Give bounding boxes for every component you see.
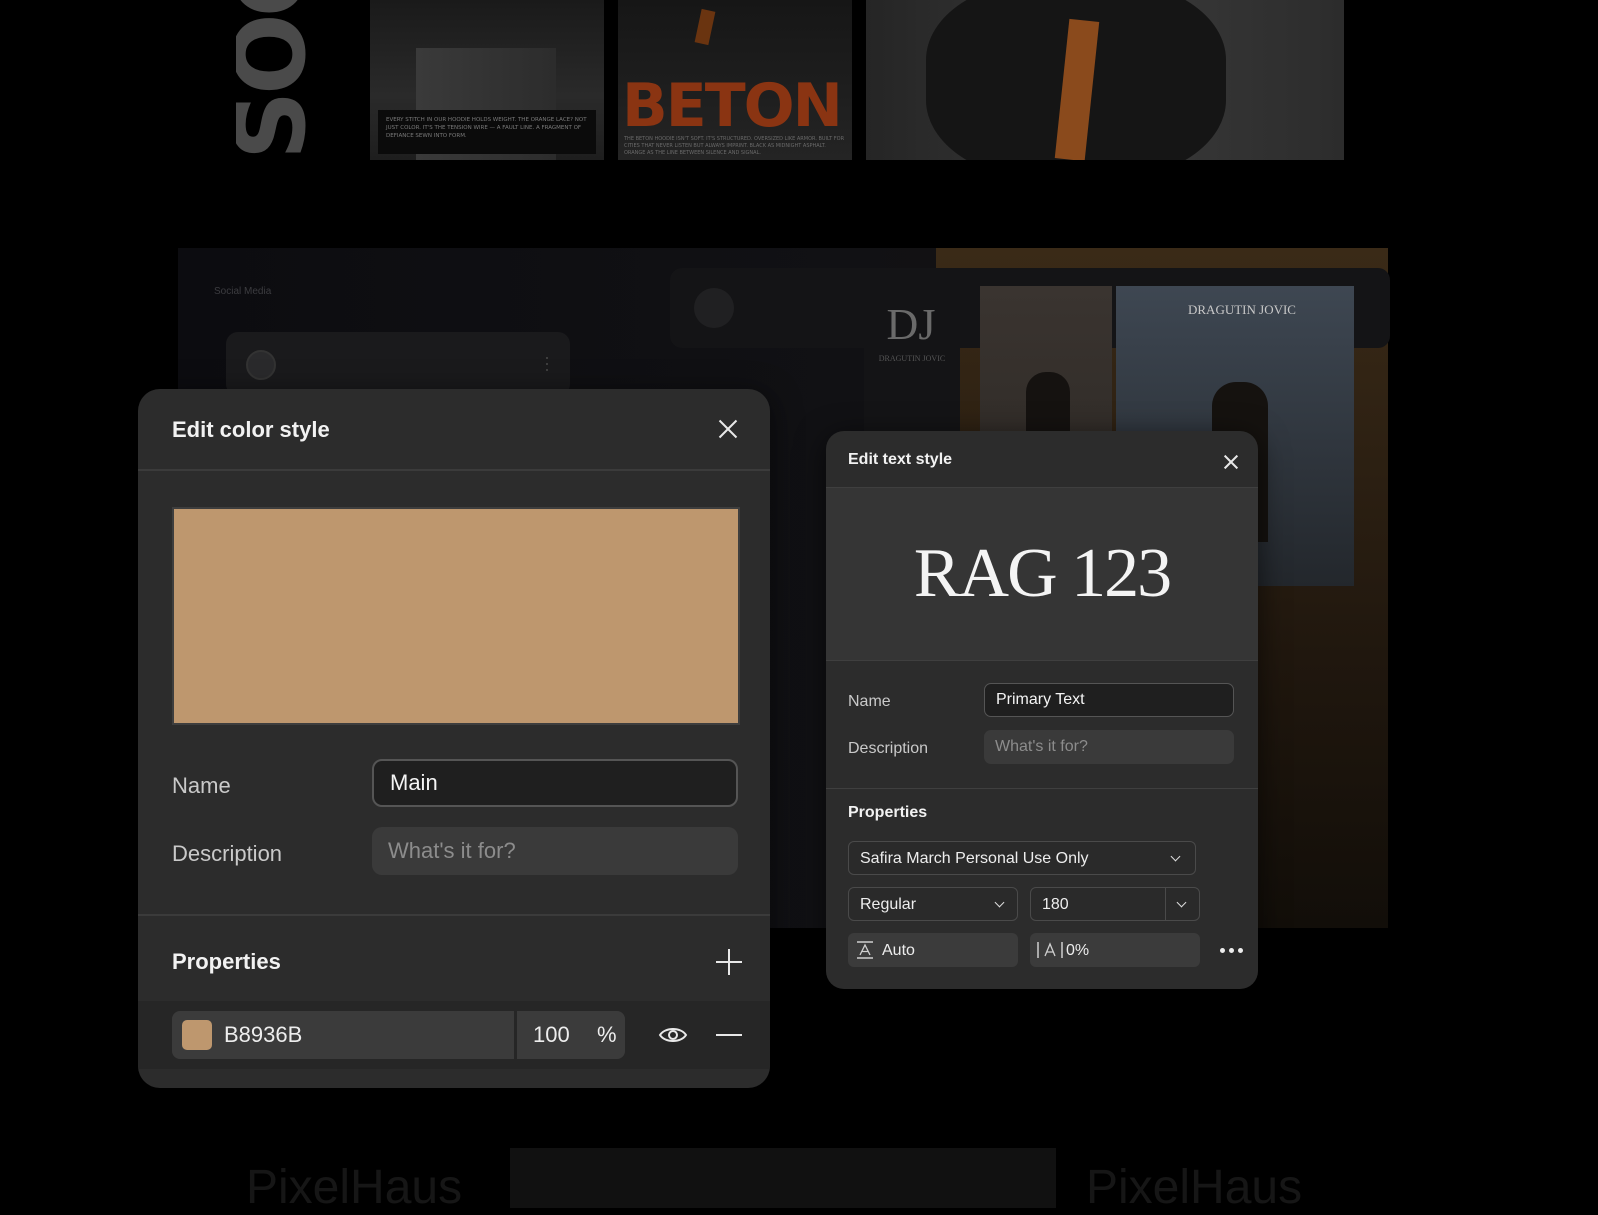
beton-title: BETON xyxy=(622,71,843,141)
description-input[interactable] xyxy=(372,827,738,875)
brand-logo-icon-2 xyxy=(694,288,734,328)
font-size-select[interactable]: 180 xyxy=(1030,887,1200,921)
letter-spacing-icon xyxy=(1037,942,1063,958)
close-icon[interactable] xyxy=(1222,453,1240,471)
fill-opacity-unit: % xyxy=(597,1022,617,1047)
name-input[interactable] xyxy=(984,683,1234,717)
text-preview: RAG 123 xyxy=(826,487,1258,661)
background-photo-beton: BETON THE BETON HOODIE ISN'T SOFT. IT'S … xyxy=(618,0,852,160)
properties-title: Properties xyxy=(172,949,281,974)
fill-color-chip[interactable] xyxy=(182,1020,212,1050)
line-height-field[interactable]: Auto xyxy=(848,933,1018,967)
photo-caption: EVERY STITCH IN OUR HOODIE HOLDS WEIGHT.… xyxy=(378,110,596,154)
description-label: Description xyxy=(172,841,283,866)
fill-opacity-field[interactable]: 100 % xyxy=(517,1011,625,1059)
text-preview-sample: RAG 123 xyxy=(913,535,1172,612)
line-height-icon xyxy=(857,941,873,959)
divider xyxy=(138,914,770,916)
edit-color-style-dialog: Edit color style Name Description Proper… xyxy=(138,389,770,1088)
letter-spacing-value: 0% xyxy=(1066,942,1090,959)
background-photo-plinth: EVERY STITCH IN OUR HOODIE HOLDS WEIGHT.… xyxy=(370,0,604,160)
font-family-select[interactable]: Safira March Personal Use Only xyxy=(848,841,1196,875)
eye-icon[interactable] xyxy=(658,1023,688,1047)
color-preview-swatch[interactable] xyxy=(172,507,740,725)
fill-row: B8936B 100 % xyxy=(138,1001,770,1069)
brand-name: DRAGUTIN JOVIC xyxy=(878,354,946,363)
font-family-value: Safira March Personal Use Only xyxy=(860,850,1089,867)
orange-tag xyxy=(694,8,716,46)
divider xyxy=(826,788,1258,789)
background-post-card: · · · xyxy=(226,332,570,396)
more-options-icon[interactable] xyxy=(1220,948,1244,954)
separator xyxy=(1165,888,1166,920)
fill-hex-value: B8936B xyxy=(224,1022,303,1047)
font-weight-value: Regular xyxy=(860,896,917,913)
background-social-word: SOC xyxy=(236,0,306,160)
line-height-value: Auto xyxy=(882,942,915,959)
background-bottom-word-right: PixelHaus xyxy=(1086,1161,1303,1214)
fill-hex-field[interactable]: B8936B xyxy=(172,1011,514,1059)
name-label: Name xyxy=(848,693,891,710)
beton-caption: THE BETON HOODIE ISN'T SOFT. IT'S STRUCT… xyxy=(624,136,845,156)
brand-monogram: DJ xyxy=(886,300,936,349)
chevron-down-icon[interactable] xyxy=(1176,897,1187,908)
background-panel-label: Social Media xyxy=(214,286,272,297)
dialog-title: Edit text style xyxy=(848,451,953,468)
close-icon[interactable] xyxy=(716,417,740,441)
description-label: Description xyxy=(848,740,929,757)
chevron-down-icon xyxy=(994,897,1005,908)
dialog-title: Edit color style xyxy=(172,417,330,442)
chevron-down-icon xyxy=(1170,851,1181,862)
dialog-header: Edit color style xyxy=(138,389,770,471)
background-photo-hoodie xyxy=(866,0,1344,160)
add-property-icon[interactable] xyxy=(716,949,742,975)
name-input[interactable] xyxy=(372,759,738,807)
description-input[interactable] xyxy=(984,730,1234,764)
background-bottom-word-left: PixelHaus xyxy=(246,1161,463,1214)
edit-text-style-dialog: Edit text style RAG 123 Name Description… xyxy=(826,431,1258,989)
letter-spacing-field[interactable]: 0% xyxy=(1030,933,1200,967)
font-weight-select[interactable]: Regular xyxy=(848,887,1018,921)
brand-logo-icon xyxy=(246,350,276,380)
window-brand-name: DRAGUTIN JOVIC xyxy=(1188,302,1296,317)
background-bottom-tile xyxy=(510,1148,1056,1208)
properties-title: Properties xyxy=(848,804,928,821)
name-label: Name xyxy=(172,773,231,798)
more-vertical-icon: · · · xyxy=(544,347,550,379)
remove-property-icon[interactable] xyxy=(716,1034,742,1036)
fill-opacity-value: 100 xyxy=(533,1022,570,1047)
font-size-value: 180 xyxy=(1042,896,1069,913)
